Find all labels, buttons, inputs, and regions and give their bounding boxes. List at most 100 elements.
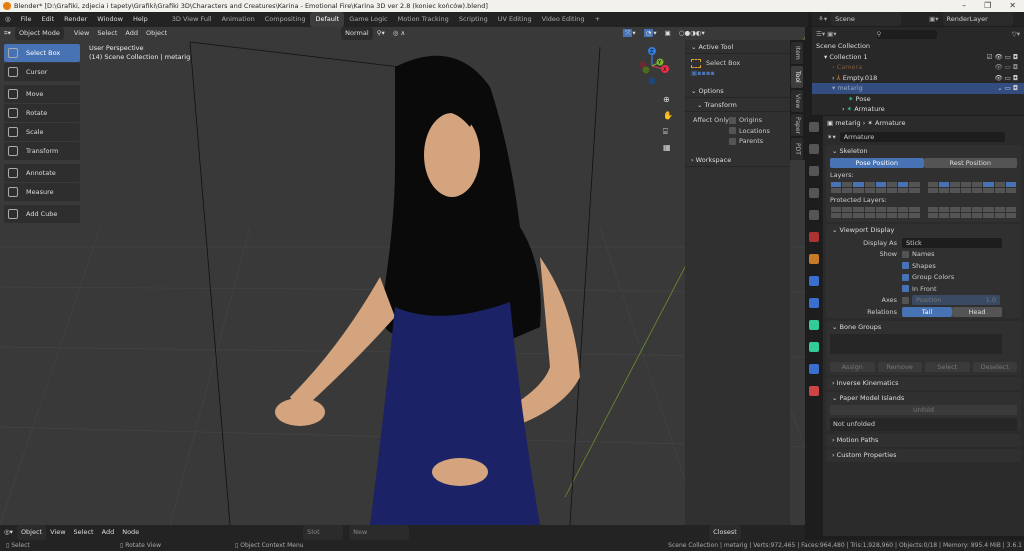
texture-tab-icon[interactable] (809, 386, 819, 396)
layer-toggle[interactable] (853, 182, 864, 187)
menu-view[interactable]: View (70, 27, 93, 40)
tab-animation[interactable]: Animation (217, 12, 260, 27)
tool-measure[interactable]: Measure (4, 183, 80, 201)
layer-toggle[interactable] (994, 207, 1005, 212)
tool-select-box[interactable]: Select Box (4, 44, 80, 62)
layer-toggle[interactable] (909, 188, 920, 193)
output-tab-icon[interactable] (809, 166, 819, 176)
menu-object[interactable]: Object (142, 27, 171, 40)
layer-toggle[interactable] (961, 182, 972, 187)
visibility-icons[interactable]: ☑👁▭◘ (987, 52, 1020, 63)
armature-name-field[interactable]: Armature (839, 131, 1005, 142)
tab-3d-view-full[interactable]: 3D View Full (167, 12, 217, 27)
layer-toggle[interactable] (949, 207, 961, 212)
layer-toggle[interactable] (831, 188, 842, 193)
outliner-row-metarig[interactable]: ▾ metarig ⌄▭◘ (812, 83, 1024, 94)
tab-scripting[interactable]: Scripting (454, 12, 493, 27)
menu-render[interactable]: Render (59, 12, 92, 27)
layer-toggle[interactable] (875, 188, 886, 193)
paper-model-header[interactable]: ⌄ Paper Model Islands (826, 392, 1021, 405)
layer-toggle[interactable] (994, 182, 1005, 187)
zoom-icon[interactable]: ⊕ (663, 92, 673, 108)
tail-button[interactable]: Tail (902, 306, 952, 317)
proportional-edit-icon[interactable]: ◎ ∧ (389, 27, 410, 40)
snap-dropdown[interactable]: Closest (709, 525, 741, 540)
selection-mode-buttons[interactable]: ▣▪▪▪▪ (691, 68, 784, 78)
layer-toggle[interactable] (938, 213, 949, 218)
filter-icon[interactable]: ▽▾ (1012, 30, 1020, 38)
bone-layers-grid[interactable] (826, 182, 1021, 193)
head-button[interactable]: Head (952, 306, 1002, 317)
object-tab-icon[interactable] (809, 254, 819, 264)
tab-tool[interactable]: Tool (791, 66, 803, 88)
layer-toggle[interactable] (961, 207, 972, 212)
menu-select[interactable]: Select (93, 27, 121, 40)
protected-layers-grid[interactable] (826, 207, 1021, 222)
outliner-row-camera[interactable]: › Camera 👁▭◘ (812, 62, 1024, 73)
menu-edit[interactable]: Edit (37, 12, 60, 27)
layer-toggle[interactable] (864, 188, 875, 193)
snap-icon[interactable]: ⚲▾ (373, 27, 389, 40)
tab-pdt[interactable]: PDT (791, 138, 803, 160)
bone-groups-list[interactable] (830, 333, 1002, 354)
view-layer-tab-icon[interactable] (809, 188, 819, 198)
unfold-button[interactable]: Unfold (830, 404, 1017, 415)
mode-dropdown[interactable]: Object Mode (14, 27, 64, 40)
menu-help[interactable]: Help (128, 12, 153, 27)
camera-view-icon[interactable]: ⌸ (663, 124, 673, 140)
armature-data-tab-icon[interactable] (809, 320, 819, 330)
add-workspace-button[interactable]: + (590, 12, 605, 27)
layer-toggle[interactable] (983, 213, 994, 218)
layer-toggle[interactable] (961, 213, 972, 218)
pan-hand-icon[interactable]: ✋ (663, 108, 673, 124)
motion-paths-panel[interactable]: › Motion Paths (826, 433, 1021, 447)
bone-constraint-tab-icon[interactable] (809, 364, 819, 374)
layer-toggle[interactable] (949, 182, 961, 187)
scene-tab-icon[interactable] (809, 210, 819, 220)
layer-toggle[interactable] (909, 213, 920, 218)
assign-button[interactable]: Assign (830, 361, 875, 372)
xray-icon[interactable]: ▣ (661, 27, 675, 40)
parents-checkbox[interactable] (729, 137, 736, 145)
render-layer-field[interactable]: RenderLayer (942, 12, 1013, 26)
outliner-row-scene-collection[interactable]: Scene Collection (812, 41, 1024, 52)
close-button[interactable]: ✕ (1009, 1, 1016, 10)
navigation-gizmo[interactable]: Z X Y (630, 44, 680, 89)
layer-toggle[interactable] (909, 182, 920, 187)
layer-toggle[interactable] (983, 207, 994, 212)
inverse-kinematics-panel[interactable]: › Inverse Kinematics (826, 376, 1021, 390)
scene-field[interactable]: Scene (831, 12, 902, 26)
menu-window[interactable]: Window (92, 12, 128, 27)
bone-tab-icon[interactable] (809, 342, 819, 352)
layer-toggle[interactable] (927, 188, 938, 193)
axes-position-field[interactable]: Position 1.0 (912, 295, 1000, 306)
tool-cursor[interactable]: Cursor (4, 63, 80, 81)
layer-toggle[interactable] (898, 213, 909, 218)
tool-transform[interactable]: Transform (4, 142, 80, 160)
overlay-toggle-icon[interactable]: ◔ ▾ (640, 27, 661, 40)
deselect-button[interactable]: Deselect (972, 361, 1017, 372)
rest-position-button[interactable]: Rest Position (923, 158, 1017, 168)
menu-add[interactable]: Add (121, 27, 142, 40)
layer-toggle[interactable] (875, 182, 886, 187)
tool-add-cube[interactable]: Add Cube (4, 205, 80, 223)
layer-toggle[interactable] (842, 188, 853, 193)
layer-toggle[interactable] (898, 188, 909, 193)
layer-toggle[interactable] (853, 207, 864, 212)
layer-toggle[interactable] (1005, 182, 1016, 187)
tab-paper[interactable]: Paper (791, 114, 803, 136)
options-header[interactable]: ⌄ Options (685, 84, 790, 98)
layer-toggle[interactable] (1005, 188, 1016, 193)
layer-toggle[interactable] (864, 182, 875, 187)
display-mode-icon[interactable]: ☰▾ ▣▾ (816, 30, 837, 38)
visibility-icons[interactable]: 👁▭◘ (994, 62, 1020, 73)
layer-toggle[interactable] (938, 207, 949, 212)
axes-checkbox[interactable] (902, 296, 909, 304)
workspace-header[interactable]: › Workspace (685, 153, 790, 167)
layer-toggle[interactable] (831, 207, 842, 212)
editor-type-icon[interactable]: ◎▾ (0, 525, 17, 540)
layer-toggle[interactable] (949, 188, 961, 193)
layer-toggle[interactable] (927, 207, 938, 212)
menu-add[interactable]: Add (98, 525, 119, 540)
in-front-checkbox[interactable] (902, 285, 909, 293)
